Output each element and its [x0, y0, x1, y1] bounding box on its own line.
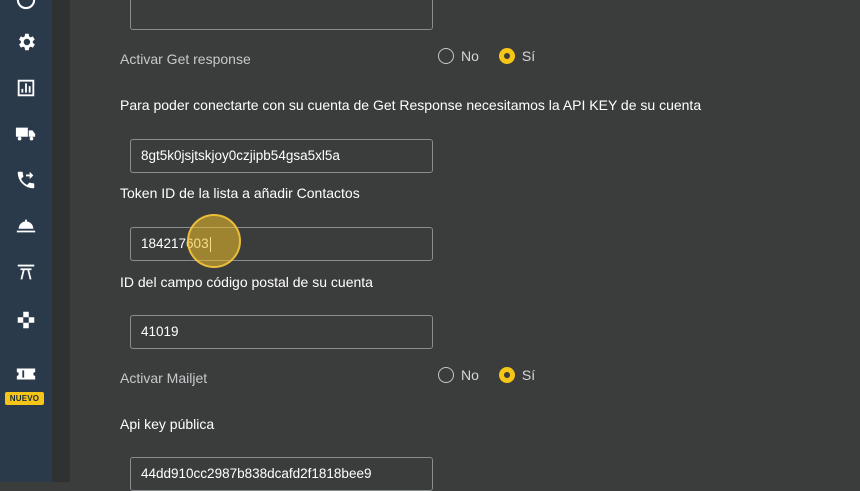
puzzle-icon[interactable] — [14, 308, 38, 332]
token-id-label: Token ID de la lista a añadir Contactos — [120, 185, 360, 201]
clock-icon[interactable] — [14, 0, 38, 12]
sidebar-divider — [52, 0, 70, 482]
get-response-radio-group: No Sí — [438, 46, 555, 66]
truck-icon[interactable] — [14, 122, 38, 146]
phone-forward-icon[interactable] — [14, 168, 38, 192]
radio-checked-icon — [498, 48, 515, 64]
puzzle-icon-graphic — [17, 311, 35, 329]
radio-label-si: Sí — [521, 48, 536, 64]
cursor-highlight — [187, 214, 241, 268]
radio-label-no: No — [461, 367, 479, 383]
radio-label-si: Sí — [521, 367, 536, 383]
api-key-help-text: Para poder conectarte con su cuenta de G… — [120, 97, 702, 113]
arch-icon[interactable] — [14, 260, 38, 284]
mailjet-radio-group: No Sí — [438, 365, 555, 385]
phone-forward-icon-graphic — [17, 171, 35, 189]
report-icon[interactable] — [14, 76, 38, 100]
radio-checked-icon — [498, 367, 515, 383]
mailjet-no-radio[interactable]: No — [438, 367, 479, 383]
service-bell-icon[interactable] — [14, 214, 38, 238]
postal-code-label: ID del campo código postal de su cuenta — [120, 274, 373, 290]
mailjet-si-radio[interactable]: Sí — [498, 367, 536, 383]
public-api-key-input[interactable]: 44dd910cc2987b838dcafd2f1818bee9 — [130, 457, 433, 491]
get-response-no-radio[interactable]: No — [438, 48, 479, 64]
gear-icon-graphic — [19, 33, 35, 51]
radio-unchecked-icon — [438, 367, 454, 383]
gear-icon[interactable] — [14, 30, 38, 54]
service-bell-icon-graphic — [16, 219, 36, 233]
clock-icon-graphic — [16, 0, 36, 10]
report-icon-graphic — [17, 79, 35, 97]
ticket-icon[interactable] — [14, 362, 38, 386]
arch-icon-graphic — [17, 264, 35, 280]
ticket-icon-graphic — [16, 368, 36, 380]
token-id-input[interactable]: 184217603 — [130, 227, 433, 261]
api-key-input[interactable]: 8gt5k0jsjtskjoy0czjipb54gsa5xl5a — [130, 139, 433, 173]
previous-field-input[interactable] — [130, 0, 433, 30]
mailjet-label: Activar Mailjet — [120, 370, 208, 386]
postal-code-input[interactable]: 41019 — [130, 315, 433, 349]
radio-label-no: No — [461, 48, 479, 64]
public-api-key-label: Api key pública — [120, 416, 215, 432]
get-response-si-radio[interactable]: Sí — [498, 48, 536, 64]
new-badge: NUEVO — [5, 392, 44, 405]
get-response-label: Activar Get response — [120, 51, 251, 67]
truck-icon-graphic — [15, 127, 36, 141]
radio-unchecked-icon — [438, 48, 454, 64]
sidebar: NUEVO — [0, 0, 52, 482]
